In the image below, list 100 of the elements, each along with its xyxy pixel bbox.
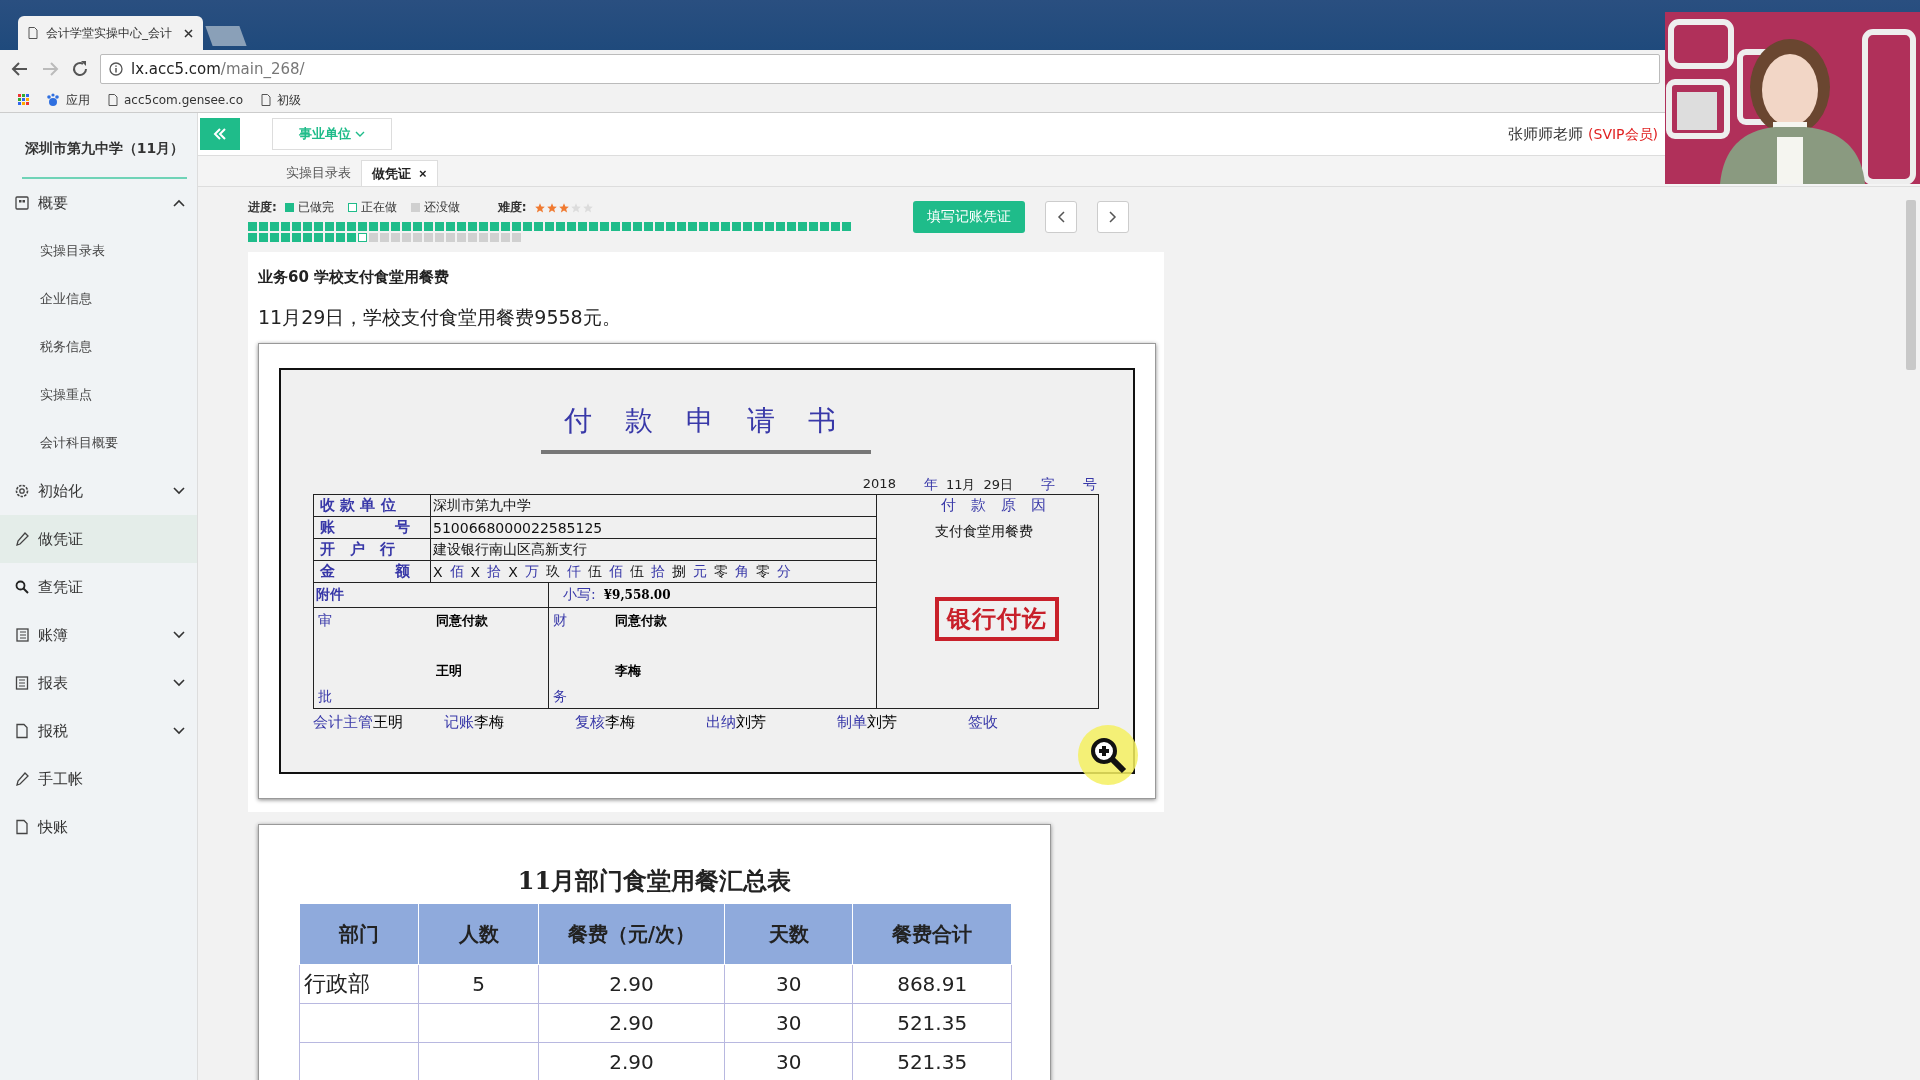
progress-cell[interactable]	[468, 222, 477, 231]
progress-cell[interactable]	[424, 233, 433, 242]
progress-cell[interactable]	[578, 222, 587, 231]
progress-cell[interactable]	[501, 222, 510, 231]
progress-cell[interactable]	[512, 233, 521, 242]
progress-cell[interactable]	[303, 233, 312, 242]
sidebar-item[interactable]: 手工帐	[0, 755, 197, 803]
sidebar-item[interactable]: 报表	[0, 659, 197, 707]
progress-cell[interactable]	[754, 222, 763, 231]
progress-cell[interactable]	[710, 222, 719, 231]
progress-cell[interactable]	[556, 222, 565, 231]
progress-cell[interactable]	[446, 222, 455, 231]
progress-cell[interactable]	[259, 222, 268, 231]
sidebar-item[interactable]: 报税	[0, 707, 197, 755]
progress-cell[interactable]	[380, 233, 389, 242]
page-tab[interactable]: 做凭证 ×	[361, 160, 438, 186]
progress-cell[interactable]	[776, 222, 785, 231]
progress-cell[interactable]	[655, 222, 664, 231]
progress-cell[interactable]	[820, 222, 829, 231]
new-tab-button[interactable]	[205, 26, 247, 46]
sidebar-item[interactable]: 做凭证	[0, 515, 197, 563]
progress-cell[interactable]	[787, 222, 796, 231]
progress-cell[interactable]	[677, 222, 686, 231]
progress-cell[interactable]	[413, 222, 422, 231]
progress-cell[interactable]	[589, 222, 598, 231]
sidebar-item[interactable]: 初始化	[0, 467, 197, 515]
sidebar-item[interactable]: 账簿	[0, 611, 197, 659]
progress-cell[interactable]	[611, 222, 620, 231]
progress-cell[interactable]	[688, 222, 697, 231]
progress-cell[interactable]	[633, 222, 642, 231]
progress-cell[interactable]	[369, 233, 378, 242]
progress-cell[interactable]	[699, 222, 708, 231]
progress-cell[interactable]	[347, 233, 356, 242]
sidebar-item[interactable]: 快账	[0, 803, 197, 851]
progress-cell[interactable]	[248, 222, 257, 231]
progress-cell[interactable]	[842, 222, 851, 231]
progress-cell[interactable]	[490, 222, 499, 231]
progress-cell[interactable]	[259, 233, 268, 242]
sidebar-subitem[interactable]: 实操重点	[0, 371, 197, 419]
progress-cell[interactable]	[270, 222, 279, 231]
scrollbar[interactable]	[1906, 200, 1916, 370]
sidebar-subitem[interactable]: 会计科目概要	[0, 419, 197, 467]
progress-cell[interactable]	[732, 222, 741, 231]
bookmark[interactable]: 初级	[261, 91, 301, 109]
progress-cell[interactable]	[402, 233, 411, 242]
sidebar-subitem[interactable]: 企业信息	[0, 275, 197, 323]
progress-cell[interactable]	[479, 233, 488, 242]
progress-cell[interactable]	[831, 222, 840, 231]
progress-cell[interactable]	[402, 222, 411, 231]
progress-cell[interactable]	[457, 222, 466, 231]
progress-cell[interactable]	[248, 233, 257, 242]
sidebar-subitem[interactable]: 实操目录表	[0, 227, 197, 275]
bookmark[interactable]: 应用	[18, 91, 90, 109]
progress-cell[interactable]	[314, 233, 323, 242]
progress-cell[interactable]	[325, 233, 334, 242]
progress-cell[interactable]	[413, 233, 422, 242]
progress-cell[interactable]	[457, 233, 466, 242]
sidebar-item[interactable]: 查凭证	[0, 563, 197, 611]
progress-cell[interactable]	[314, 222, 323, 231]
progress-cell[interactable]	[325, 222, 334, 231]
progress-cell[interactable]	[435, 233, 444, 242]
progress-cell[interactable]	[765, 222, 774, 231]
progress-cell[interactable]	[336, 222, 345, 231]
page-tab[interactable]: 实操目录表	[276, 160, 361, 186]
progress-cell[interactable]	[721, 222, 730, 231]
progress-cell[interactable]	[358, 222, 367, 231]
progress-cell[interactable]	[391, 222, 400, 231]
progress-cell[interactable]	[424, 222, 433, 231]
progress-cell[interactable]	[490, 233, 499, 242]
next-button[interactable]	[1097, 201, 1129, 233]
bookmark[interactable]: acc5com.gensee.co	[108, 93, 243, 107]
progress-cell[interactable]	[512, 222, 521, 231]
previous-button[interactable]	[1045, 201, 1077, 233]
progress-cell[interactable]	[435, 222, 444, 231]
progress-cell[interactable]	[545, 222, 554, 231]
progress-cell[interactable]	[743, 222, 752, 231]
progress-cell[interactable]	[798, 222, 807, 231]
progress-cell[interactable]	[380, 222, 389, 231]
progress-cell[interactable]	[347, 222, 356, 231]
progress-cell[interactable]	[292, 222, 301, 231]
progress-cell[interactable]	[292, 233, 301, 242]
browser-tab[interactable]: 会计学堂实操中心_会计	[18, 16, 203, 50]
progress-cell[interactable]	[446, 233, 455, 242]
address-bar[interactable]: lx.acc5.com/main_268/	[100, 54, 1660, 84]
reload-icon[interactable]	[70, 59, 90, 79]
progress-cell[interactable]	[523, 222, 532, 231]
progress-cell[interactable]	[303, 222, 312, 231]
progress-cell[interactable]	[479, 222, 488, 231]
progress-cell[interactable]	[281, 222, 290, 231]
progress-cell[interactable]	[600, 222, 609, 231]
progress-cell[interactable]	[270, 233, 279, 242]
collapse-button[interactable]	[200, 118, 240, 150]
progress-cell[interactable]	[809, 222, 818, 231]
sidebar-subitem[interactable]: 税务信息	[0, 323, 197, 371]
progress-cell[interactable]	[622, 222, 631, 231]
progress-cell[interactable]	[468, 233, 477, 242]
progress-cell[interactable]	[281, 233, 290, 242]
progress-cell[interactable]	[501, 233, 510, 242]
progress-cell[interactable]	[358, 233, 367, 242]
close-icon[interactable]	[184, 28, 193, 38]
